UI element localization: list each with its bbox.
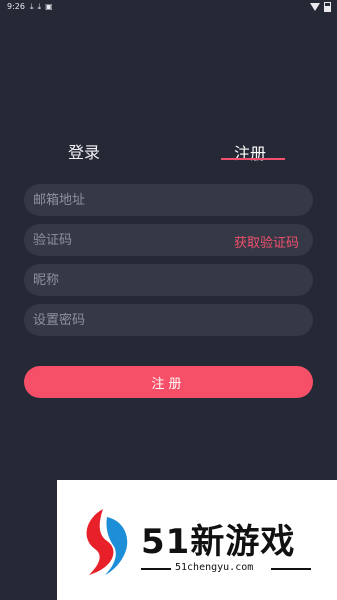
nickname-field[interactable] bbox=[24, 264, 313, 296]
watermark-url: 51chengyu.com bbox=[175, 562, 254, 573]
download-icon: ⤓ bbox=[37, 2, 42, 11]
password-input[interactable] bbox=[33, 304, 223, 336]
wifi-icon bbox=[310, 3, 320, 11]
auth-tabs: 登录 注册 bbox=[0, 135, 337, 165]
email-field[interactable] bbox=[24, 184, 313, 216]
register-button[interactable]: 注册 bbox=[24, 366, 313, 398]
watermark-title: 51新游戏 bbox=[141, 522, 296, 562]
tab-login[interactable]: 登录 bbox=[68, 139, 100, 163]
divider bbox=[141, 568, 171, 570]
divider bbox=[271, 568, 311, 570]
nickname-input[interactable] bbox=[33, 264, 223, 296]
active-tab-indicator bbox=[221, 158, 285, 160]
battery-icon bbox=[324, 2, 331, 12]
email-input[interactable] bbox=[33, 184, 223, 216]
status-icons-left: ⤓ ⤓ ▣ bbox=[30, 2, 53, 11]
status-bar: 9:26 ⤓ ⤓ ▣ bbox=[0, 0, 337, 14]
code-field[interactable]: 获取验证码 bbox=[24, 224, 313, 256]
status-time: 9:26 bbox=[7, 2, 25, 11]
get-code-button[interactable]: 获取验证码 bbox=[234, 232, 299, 251]
status-icons-right bbox=[310, 2, 331, 12]
verification-code-input[interactable] bbox=[33, 224, 223, 256]
password-field[interactable] bbox=[24, 304, 313, 336]
app-notification-icon: ▣ bbox=[45, 2, 53, 11]
site-logo-icon bbox=[86, 509, 128, 575]
download-icon: ⤓ bbox=[30, 2, 34, 11]
tab-register[interactable]: 注册 bbox=[234, 140, 266, 164]
watermark: 51新游戏 51chengyu.com bbox=[57, 480, 337, 600]
